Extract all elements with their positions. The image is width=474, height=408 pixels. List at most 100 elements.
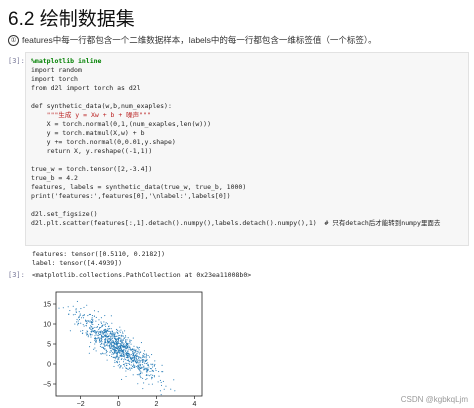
data-point bbox=[155, 368, 157, 370]
data-point bbox=[134, 365, 136, 367]
data-point bbox=[158, 375, 160, 377]
data-point bbox=[114, 337, 116, 340]
data-point bbox=[91, 320, 94, 322]
data-point bbox=[131, 361, 133, 363]
data-point bbox=[160, 394, 162, 396]
data-point bbox=[99, 334, 101, 336]
data-point bbox=[142, 377, 144, 379]
data-point bbox=[136, 362, 138, 364]
data-point bbox=[128, 345, 130, 347]
data-point bbox=[151, 378, 153, 380]
data-point bbox=[96, 326, 98, 328]
data-point bbox=[108, 346, 110, 348]
data-point bbox=[125, 367, 128, 369]
data-point bbox=[98, 324, 100, 326]
data-point bbox=[91, 330, 93, 332]
data-point bbox=[102, 333, 104, 335]
data-point bbox=[110, 339, 112, 341]
data-point bbox=[111, 346, 113, 348]
data-point bbox=[116, 361, 118, 363]
data-point bbox=[89, 320, 91, 322]
data-point bbox=[106, 359, 108, 361]
data-point bbox=[99, 327, 101, 329]
data-point bbox=[149, 375, 151, 377]
data-point bbox=[136, 359, 138, 361]
data-point bbox=[85, 320, 87, 322]
data-point bbox=[79, 313, 81, 315]
data-point bbox=[126, 339, 128, 341]
data-point bbox=[90, 325, 92, 327]
data-point bbox=[112, 345, 114, 347]
data-point bbox=[111, 347, 113, 350]
data-point bbox=[95, 316, 97, 319]
data-point bbox=[129, 369, 131, 371]
data-point bbox=[103, 339, 106, 341]
data-point bbox=[108, 339, 110, 341]
data-point bbox=[69, 310, 71, 312]
data-point bbox=[118, 347, 120, 349]
data-point bbox=[160, 384, 163, 386]
data-point bbox=[146, 354, 148, 356]
data-point bbox=[91, 315, 93, 317]
data-point bbox=[115, 352, 117, 354]
data-point bbox=[123, 363, 125, 365]
data-point bbox=[109, 351, 111, 353]
data-point bbox=[131, 367, 133, 369]
data-point bbox=[95, 333, 97, 335]
data-point bbox=[105, 352, 107, 354]
data-point bbox=[105, 334, 107, 336]
data-point bbox=[150, 374, 152, 376]
data-point bbox=[136, 353, 138, 355]
data-point bbox=[85, 324, 87, 326]
data-point bbox=[76, 300, 78, 303]
data-point bbox=[117, 346, 119, 348]
data-point bbox=[90, 336, 92, 338]
data-point bbox=[153, 375, 155, 377]
data-point bbox=[149, 356, 151, 358]
code-cell[interactable]: %matplotlib inline import random import … bbox=[25, 52, 469, 246]
data-point bbox=[104, 334, 106, 336]
data-point bbox=[85, 334, 88, 336]
data-point bbox=[141, 359, 143, 361]
data-point bbox=[127, 359, 129, 361]
data-point bbox=[89, 321, 91, 323]
data-point bbox=[174, 390, 176, 392]
data-point bbox=[145, 363, 147, 365]
data-point bbox=[139, 370, 141, 372]
data-point bbox=[111, 353, 113, 355]
data-point bbox=[112, 332, 114, 334]
code-line: import random bbox=[31, 66, 82, 74]
data-point bbox=[97, 330, 99, 332]
code-line: X = torch.normal(0,1,(num_exaples,len(w)… bbox=[31, 120, 212, 128]
data-point bbox=[153, 365, 155, 367]
data-point bbox=[121, 345, 123, 347]
data-point bbox=[117, 365, 119, 367]
data-point bbox=[109, 330, 111, 333]
data-point bbox=[104, 341, 106, 343]
data-point bbox=[115, 356, 117, 358]
data-point bbox=[93, 315, 95, 317]
data-point bbox=[142, 366, 144, 368]
data-point bbox=[98, 319, 100, 321]
data-point bbox=[90, 331, 92, 333]
data-point bbox=[116, 335, 118, 337]
data-point bbox=[142, 360, 144, 362]
data-point bbox=[130, 339, 132, 342]
data-point bbox=[123, 346, 125, 348]
data-point bbox=[144, 362, 146, 364]
data-point bbox=[103, 348, 105, 350]
data-point bbox=[88, 346, 91, 348]
data-point bbox=[125, 340, 127, 342]
code-source[interactable]: %matplotlib inline import random import … bbox=[31, 57, 440, 228]
data-point bbox=[88, 320, 90, 322]
data-point bbox=[165, 385, 167, 387]
data-point bbox=[142, 354, 144, 356]
data-point bbox=[140, 371, 142, 373]
data-point bbox=[127, 351, 129, 353]
data-point bbox=[125, 342, 128, 344]
data-point bbox=[130, 358, 132, 360]
data-point bbox=[113, 332, 115, 334]
data-point bbox=[127, 350, 129, 352]
data-point bbox=[144, 359, 146, 362]
data-point bbox=[86, 332, 88, 334]
